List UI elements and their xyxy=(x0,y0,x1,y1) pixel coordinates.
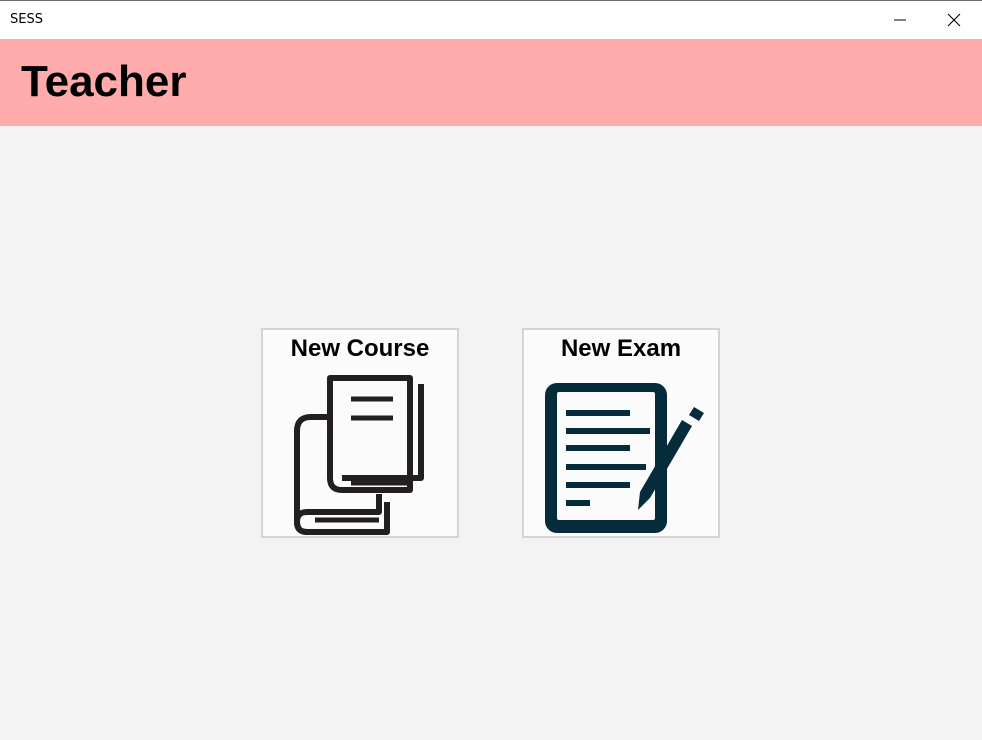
exam-document-icon xyxy=(545,383,704,533)
new-course-button[interactable]: New Course xyxy=(261,328,459,538)
books-icon xyxy=(294,375,424,535)
minimize-icon xyxy=(894,19,906,21)
header-banner: Teacher xyxy=(0,39,982,126)
title-bar: SESS xyxy=(0,1,982,39)
new-exam-label: New Exam xyxy=(560,335,682,362)
app-window: SESS Teacher New Course New Exam xyxy=(0,0,982,740)
new-exam-button[interactable]: New Exam xyxy=(522,328,720,538)
page-title: Teacher xyxy=(21,57,187,106)
window-title: SESS xyxy=(10,12,43,27)
close-button[interactable] xyxy=(927,1,981,39)
close-icon xyxy=(947,13,961,27)
minimize-button[interactable] xyxy=(873,1,927,39)
new-course-label: New Course xyxy=(290,335,430,362)
